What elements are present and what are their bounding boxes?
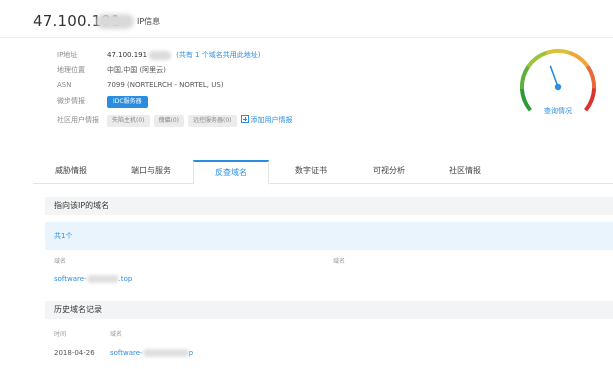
gauge-needle — [549, 65, 559, 88]
ip-address-value: 47.100.191 — [107, 51, 148, 59]
add-user-intel-button[interactable]: 添加用户情报 — [240, 115, 293, 124]
domain-link-suffix: .top — [118, 275, 133, 283]
page-title-suffix: IP信息 — [137, 17, 161, 26]
domain-count: 共1个 — [54, 232, 73, 240]
section-current-domains: 指向该IP的域名 — [45, 197, 613, 215]
gauge-segment — [591, 82, 597, 89]
column-header-domain: 域名 — [54, 258, 67, 265]
column-header-domain-2: 域名 — [333, 258, 346, 265]
history-date: 2018-04-26 — [54, 349, 95, 357]
geo-value: 中国,中国 (阿里云) — [107, 66, 166, 74]
community-label: 社区用户情报 — [57, 116, 99, 124]
add-icon — [240, 115, 249, 123]
domain-count-bar: 共1个 — [45, 222, 613, 250]
tab-threat-intel[interactable]: 威胁情报 — [33, 160, 109, 184]
shared-domains-link[interactable]: (共有 1 个域名共用此地址) — [176, 51, 260, 59]
redacted-ip-octet — [149, 50, 172, 60]
tag-compromised-host[interactable]: 失陷主机(0) — [107, 115, 150, 127]
geo-label: 地理位置 — [57, 66, 85, 74]
gauge-segment — [519, 82, 525, 89]
tab-ports-services[interactable]: 端口与服务 — [113, 160, 189, 184]
column-header-time: 时间 — [54, 331, 67, 338]
asn-value: 7099 (NORTELRCH - NORTEL, US) — [107, 81, 224, 89]
gauge-segment — [590, 76, 596, 84]
domain-link-prefix: software- — [54, 275, 87, 283]
tag-c2-server[interactable]: 远控服务器(0) — [188, 115, 237, 127]
history-domain-prefix: software- — [110, 349, 143, 357]
gauge-label: 查询情况 — [544, 107, 572, 115]
tab-reverse-domain[interactable]: 反查域名 — [193, 160, 269, 185]
section-history-domains-title: 历史域名记录 — [54, 305, 102, 314]
redacted-domain — [86, 275, 119, 283]
ip-address-value-wrap: 47.100.191 (共有 1 个域名共用此地址) — [107, 48, 260, 62]
tab-certificates[interactable]: 数字证书 — [273, 160, 349, 184]
asn-label: ASN — [57, 81, 72, 89]
redacted-ip-segment — [96, 14, 134, 29]
add-user-intel-label: 添加用户情报 — [250, 116, 293, 124]
page-header: 47.100.191 IP信息 — [0, 0, 613, 38]
tab-visual-analysis[interactable]: 可视分析 — [351, 160, 427, 184]
history-domain-link[interactable]: software-p — [110, 349, 193, 357]
gauge-segment — [551, 48, 559, 54]
tab-bar: 威胁情报 端口与服务 反查域名 数字证书 可视分析 社区情报 — [33, 160, 613, 185]
column-header-history-domain: 域名 — [110, 331, 123, 338]
tag-botnet[interactable]: 傀儡(0) — [153, 115, 184, 127]
ip-address-label: IP地址 — [57, 51, 78, 59]
history-domain-suffix: p — [188, 349, 194, 357]
intel-value: IDC服务器 — [107, 94, 148, 108]
section-current-domains-title: 指向该IP的域名 — [54, 201, 110, 210]
tab-community-intel[interactable]: 社区情报 — [427, 160, 503, 184]
idc-server-badge[interactable]: IDC服务器 — [107, 96, 148, 108]
community-tags: 失陷主机(0) 傀儡(0) 远控服务器(0) 添加用户情报 — [107, 113, 293, 127]
gauge-segment — [519, 88, 525, 95]
section-history-domains: 历史域名记录 — [45, 301, 613, 319]
intel-label: 微步情报 — [57, 97, 85, 105]
gauge-hub — [554, 83, 562, 91]
domain-link[interactable]: software- .top — [54, 275, 132, 283]
redacted-history-domain — [142, 349, 189, 357]
